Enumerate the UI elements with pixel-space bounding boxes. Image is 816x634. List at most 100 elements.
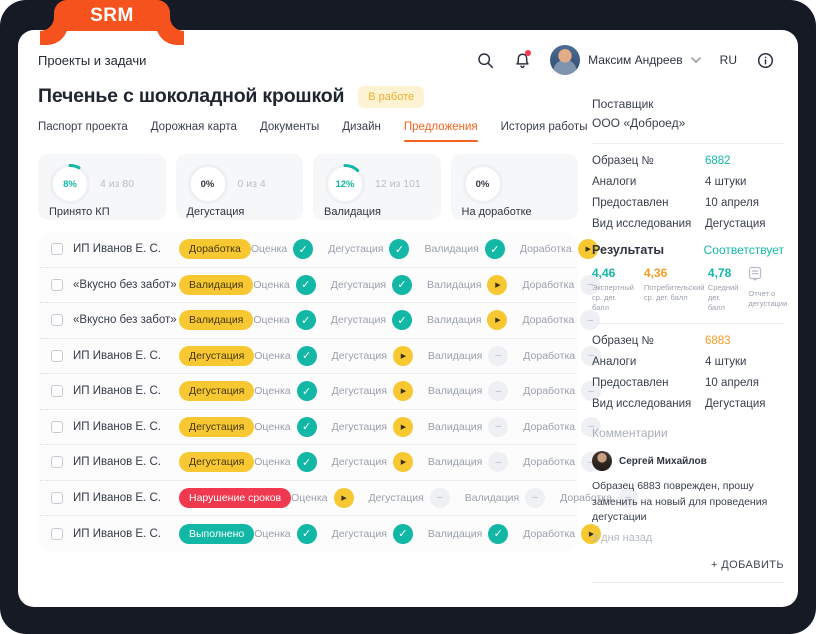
row-checkbox[interactable] <box>51 491 63 504</box>
field-label: Вид исследования <box>592 218 692 231</box>
stage-done-icon <box>389 239 410 260</box>
stage-label: Дегустация <box>331 420 387 433</box>
stat-label: Валидация <box>324 206 381 218</box>
add-comment-button[interactable]: + ДОБАВИТЬ <box>592 559 784 571</box>
table-row[interactable]: ИП Иванов Е. С. Выполнено Оценка Дегуста… <box>40 516 602 552</box>
stage-done-icon <box>484 239 505 260</box>
tab-proposals[interactable]: Предложения <box>403 121 478 142</box>
stage-label: Дегустация <box>368 491 424 504</box>
stage-empty-icon <box>488 416 509 437</box>
field-label: Аналоги <box>592 356 637 369</box>
row-checkbox[interactable] <box>51 420 63 433</box>
stat-card-accepted[interactable]: 8% 4 из 80 Принято КП <box>38 154 166 220</box>
table-row[interactable]: «Вкусно без забот» Валидация Оценка Дегу… <box>40 303 601 339</box>
stage-label: Дегустация <box>331 456 387 469</box>
table-row[interactable]: ИП Иванов Е. С. Дегустация Оценка Дегуст… <box>40 374 602 410</box>
stage-label: Доработка <box>522 278 575 291</box>
table-row[interactable]: ИП Иванов Е. С. Дегустация Оценка Дегуст… <box>40 410 602 445</box>
table-row[interactable]: ИП Иванов Е. С. Нарушение сроков Оценка … <box>40 481 638 516</box>
stat-label: На доработке <box>461 206 532 218</box>
field-label: Вид исследования <box>592 398 692 411</box>
stage-done-icon <box>392 274 413 295</box>
tab-project-passport[interactable]: Паспорт проекта <box>38 121 128 142</box>
tab-design[interactable]: Дизайн <box>342 121 381 142</box>
tab-roadmap[interactable]: Дорожная карта <box>151 121 237 142</box>
status-badge: Дегустация <box>179 452 255 473</box>
stat-card-tasting[interactable]: 0% 0 из 4 Дегустация <box>175 154 303 220</box>
stage-label: Доработка <box>519 243 572 256</box>
stat-count: 12 из 101 <box>375 178 421 190</box>
stage-label: Дегустация <box>331 385 387 398</box>
stage-label: Дегустация <box>330 278 387 291</box>
supplier-name: ИП Иванов Е. С. <box>73 349 161 362</box>
stage-label: Доработка <box>523 456 576 469</box>
stage-label: Дегустация <box>330 314 387 327</box>
stage-done-icon <box>296 381 317 402</box>
language-switcher[interactable]: RU <box>720 53 737 67</box>
stage-done-icon <box>293 239 314 260</box>
stage-play-icon[interactable] <box>487 310 508 331</box>
info-icon[interactable] <box>756 51 774 69</box>
status-badge: Дегустация <box>179 345 255 366</box>
row-checkbox[interactable] <box>51 243 63 256</box>
stage-play-icon[interactable] <box>392 416 413 437</box>
score-consumer: 4,36 Потребительский ср. дег. балл <box>643 266 705 302</box>
row-checkbox[interactable] <box>51 456 63 469</box>
table-row[interactable]: «Вкусно без забот» Валидация Оценка Дегу… <box>40 268 601 303</box>
proposals-table: ИП Иванов Е. С. Доработка Оценка Дегуста… <box>38 232 638 552</box>
stat-label: Принято КП <box>49 206 110 218</box>
page-breadcrumb: Проекты и задачи <box>38 52 147 68</box>
supplier-name: «Вкусно без забот» <box>73 278 177 291</box>
stage-play-icon[interactable] <box>333 487 354 508</box>
row-checkbox[interactable] <box>51 314 63 327</box>
app-window: Проекты и задачи Максим Андреев RU Печен… <box>18 30 798 607</box>
row-checkbox[interactable] <box>51 349 63 362</box>
supplier-label: Поставщик <box>592 97 654 111</box>
sample-number-link[interactable]: 6883 <box>705 335 731 347</box>
status-badge: Дегустация <box>179 381 255 402</box>
table-row[interactable]: ИП Иванов Е. С. Дегустация Оценка Дегуст… <box>40 339 602 374</box>
stage-label: Дегустация <box>331 349 387 362</box>
tasting-report-link[interactable]: Отчет о дегустации <box>748 266 787 312</box>
divider <box>592 323 784 325</box>
stage-label: Валидация <box>427 278 482 291</box>
user-avatar <box>550 45 581 75</box>
tab-history[interactable]: История работы <box>501 121 588 142</box>
stage-play-icon[interactable] <box>392 345 413 366</box>
user-menu[interactable]: Максим Андреев <box>550 45 701 75</box>
stage-label: Доработка <box>523 385 576 398</box>
stat-count: 0 из 4 <box>237 178 266 190</box>
supplier-name: «Вкусно без забот» <box>73 314 177 327</box>
supplier-name: ИП Иванов Е. С. <box>73 243 161 256</box>
status-badge: Валидация <box>179 310 254 331</box>
stage-play-icon[interactable] <box>392 452 413 473</box>
stage-done-icon <box>296 416 317 437</box>
project-title: Печенье с шоколадной крошкой <box>38 85 345 107</box>
supplier-name: ИП Иванов Е. С. <box>73 456 161 469</box>
stage-play-icon[interactable] <box>392 381 413 402</box>
stage-empty-icon <box>488 452 509 473</box>
row-checkbox[interactable] <box>51 385 63 398</box>
supplier-name: ИП Иванов Е. С. <box>73 491 161 504</box>
stage-play-icon[interactable] <box>487 274 508 295</box>
stage-label: Валидация <box>427 385 483 398</box>
project-tabs: Паспорт проекта Дорожная карта Документы… <box>38 121 587 142</box>
results-title: Результаты <box>592 243 665 258</box>
table-row[interactable]: ИП Иванов Е. С. Доработка Оценка Дегуста… <box>40 232 598 268</box>
field-label: Предоставлен <box>592 377 669 390</box>
stat-card-rework[interactable]: 0% На доработке <box>450 154 578 220</box>
table-row[interactable]: ИП Иванов Е. С. Дегустация Оценка Дегуст… <box>40 445 602 481</box>
brand-tab-srm[interactable]: SRM <box>54 0 170 31</box>
notifications-bell-icon[interactable] <box>513 50 532 69</box>
stage-done-icon <box>295 310 316 331</box>
stage-label: Доработка <box>523 420 576 433</box>
main-panel: Печенье с шоколадной крошкой В работе Па… <box>18 83 638 607</box>
row-checkbox[interactable] <box>51 527 63 540</box>
tab-documents[interactable]: Документы <box>260 121 319 142</box>
stage-label: Доработка <box>523 349 576 362</box>
search-icon[interactable] <box>476 51 494 69</box>
sample-number-link[interactable]: 6882 <box>705 155 731 167</box>
row-checkbox[interactable] <box>51 278 63 291</box>
progress-ring: 0% <box>187 163 229 205</box>
stat-card-validation[interactable]: 12% 12 из 101 Валидация <box>313 154 441 220</box>
